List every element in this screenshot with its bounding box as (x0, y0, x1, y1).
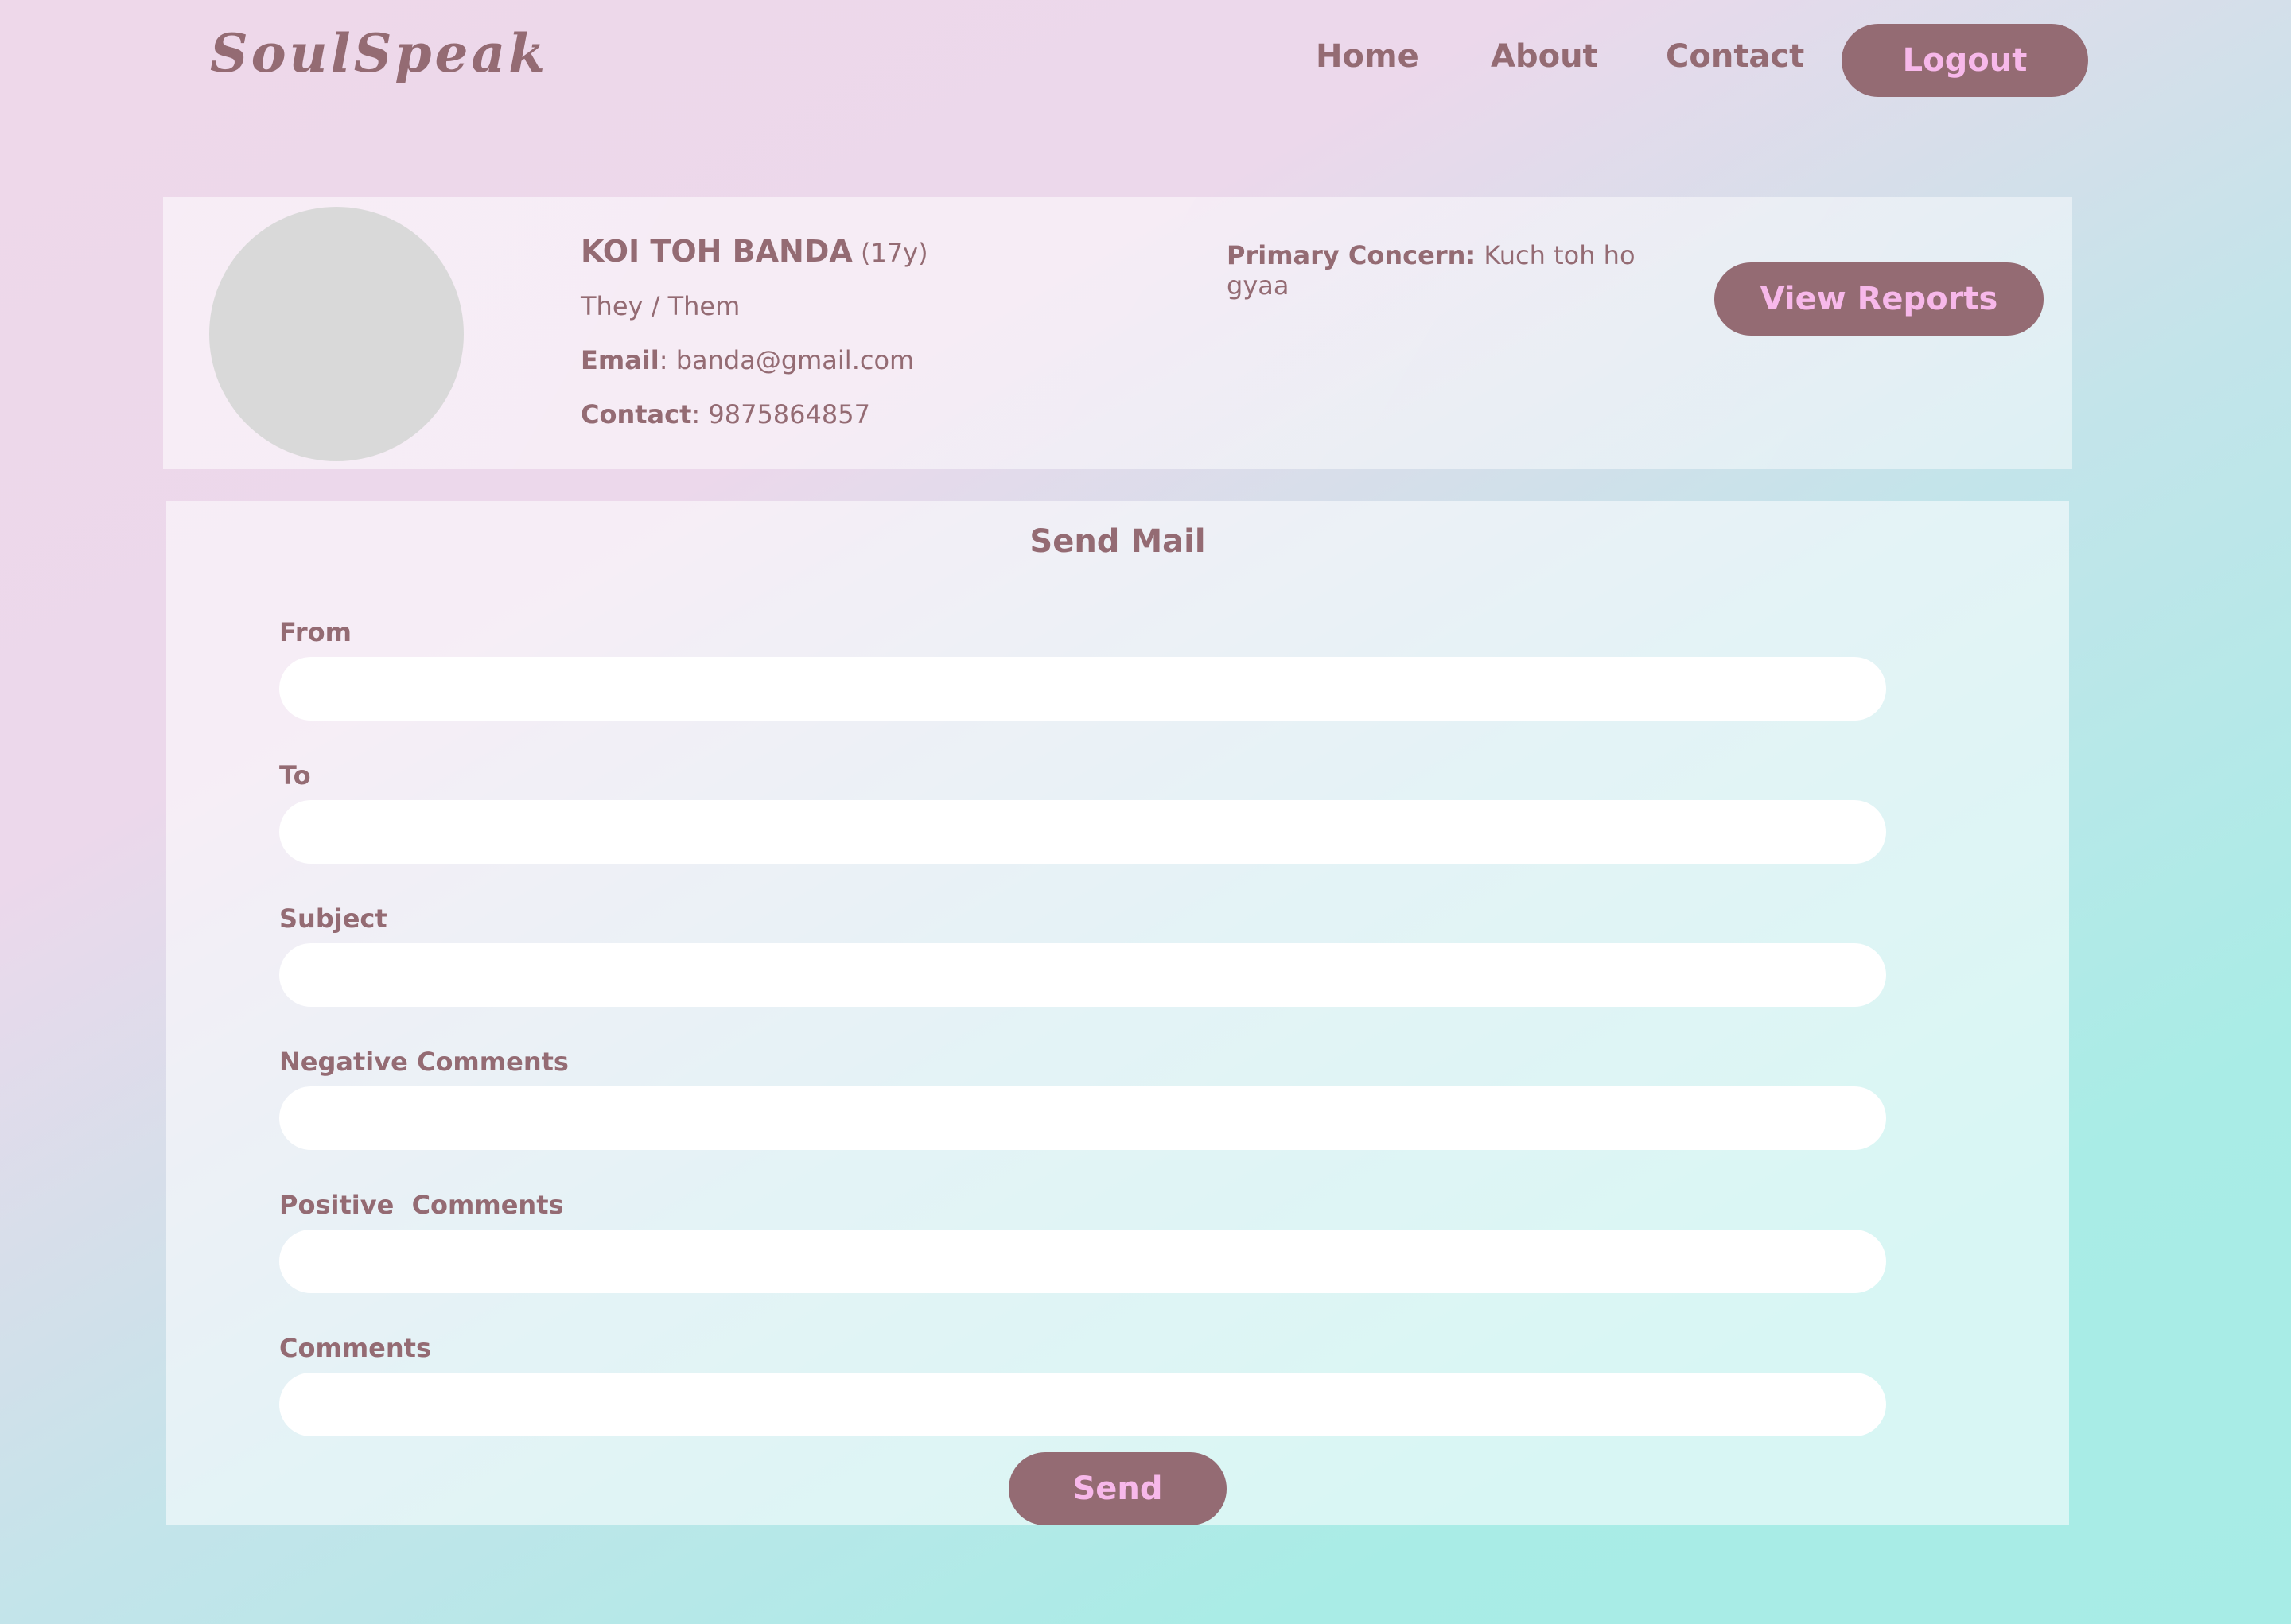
nav-about-link[interactable]: About (1491, 38, 1598, 75)
logo: SoulSpeak (210, 22, 549, 84)
primary-concern-line: Primary Concern: Kuch toh ho (1227, 240, 1636, 270)
profile-contact-label: Contact (581, 399, 692, 429)
to-label: To (279, 760, 311, 791)
to-input[interactable] (279, 800, 1886, 864)
logout-button-label: Logout (1902, 42, 2028, 79)
negative-comments-input[interactable] (279, 1086, 1886, 1150)
subject-label: Subject (279, 903, 387, 934)
send-mail-card: Send Mail From To Subject Negative Comme… (166, 501, 2069, 1525)
view-reports-label: View Reports (1760, 281, 1998, 317)
send-mail-title: Send Mail (1029, 523, 1206, 560)
nav-contact-link[interactable]: Contact (1666, 38, 1804, 75)
send-button[interactable]: Send (1009, 1452, 1227, 1525)
from-label: From (279, 617, 352, 647)
profile-contact-line: Contact: 9875864857 (581, 399, 870, 429)
view-reports-button[interactable]: View Reports (1714, 262, 2044, 336)
subject-input[interactable] (279, 943, 1886, 1007)
send-button-label: Send (1072, 1471, 1163, 1507)
profile-email-line: Email: banda@gmail.com (581, 345, 914, 375)
positive-comments-label: Positive Comments (279, 1190, 564, 1220)
primary-concern-label: Primary Concern: (1227, 240, 1476, 270)
profile-contact: : 9875864857 (691, 399, 870, 429)
comments-input[interactable] (279, 1373, 1886, 1436)
profile-name: KOI TOH BANDA (581, 234, 853, 269)
primary-concern-value: Kuch toh ho (1476, 240, 1636, 270)
profile-card: KOI TOH BANDA (17y) They / Them Email: b… (163, 197, 2072, 469)
primary-concern-value-cont: gyaa (1227, 270, 1289, 301)
comments-label: Comments (279, 1333, 431, 1363)
nav-home-link[interactable]: Home (1316, 38, 1419, 75)
profile-email: : banda@gmail.com (659, 345, 915, 375)
positive-comments-input[interactable] (279, 1230, 1886, 1293)
profile-name-line: KOI TOH BANDA (17y) (581, 234, 928, 269)
from-input[interactable] (279, 657, 1886, 721)
avatar (209, 207, 464, 461)
negative-comments-label: Negative Comments (279, 1047, 569, 1077)
profile-age: (17y) (860, 238, 928, 268)
profile-pronouns: They / Them (581, 291, 741, 321)
profile-email-label: Email (581, 345, 659, 375)
logout-button[interactable]: Logout (1842, 24, 2088, 97)
